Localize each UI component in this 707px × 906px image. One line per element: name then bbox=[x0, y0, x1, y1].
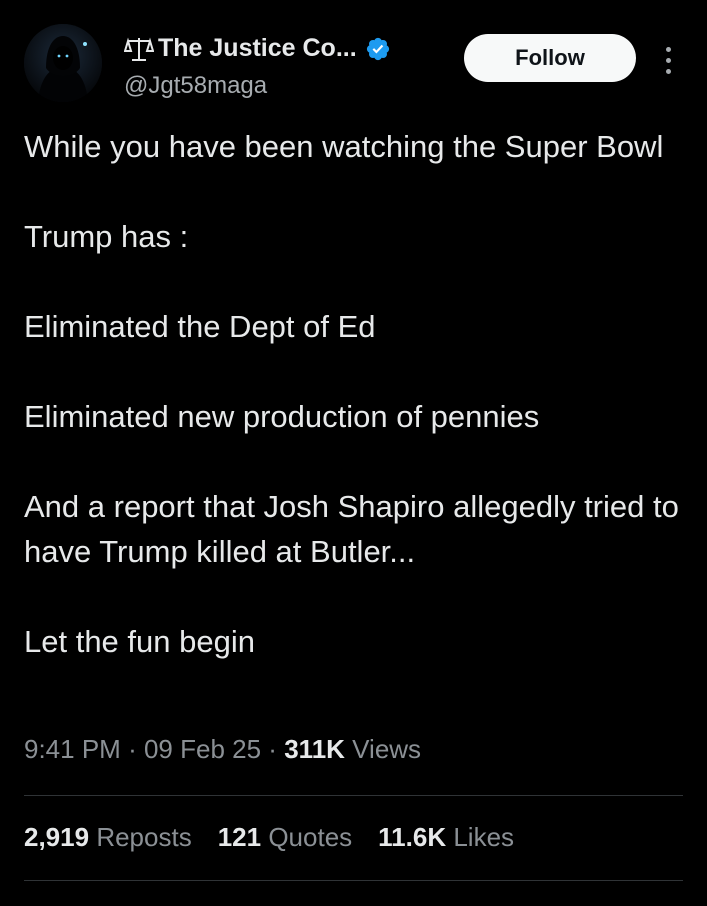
scales-of-justice-icon bbox=[123, 35, 155, 63]
divider bbox=[24, 880, 683, 881]
author-name-row[interactable]: The Justice Co... bbox=[123, 34, 391, 63]
tweet-text: While you have been watching the Super B… bbox=[24, 124, 684, 664]
likes-label: Likes bbox=[453, 822, 515, 852]
meta-separator: · bbox=[268, 734, 277, 764]
tweet-paragraph: And a report that Josh Shapiro allegedly… bbox=[24, 489, 679, 569]
follow-button[interactable]: Follow bbox=[464, 34, 636, 82]
tweet-paragraph: Eliminated the Dept of Ed bbox=[24, 309, 376, 344]
author-display-name[interactable]: The Justice Co... bbox=[158, 34, 357, 63]
tweet-paragraph: While you have been watching the Super B… bbox=[24, 129, 664, 164]
meta-separator: · bbox=[128, 734, 137, 764]
more-dot bbox=[665, 46, 671, 52]
reposts-count: 2,919 bbox=[24, 822, 90, 852]
quotes-count: 121 bbox=[217, 822, 262, 852]
more-dot bbox=[665, 68, 671, 74]
views-label: Views bbox=[352, 734, 422, 764]
likes-stat[interactable]: 11.6K Likes bbox=[378, 822, 514, 853]
tweet-paragraph: Eliminated new production of pennies bbox=[24, 399, 540, 434]
reposts-stat[interactable]: 2,919 Reposts bbox=[24, 822, 192, 853]
quotes-stat[interactable]: 121 Quotes bbox=[218, 822, 352, 853]
verified-badge-icon bbox=[365, 36, 391, 62]
likes-count: 11.6K bbox=[378, 822, 447, 852]
more-dot bbox=[665, 57, 671, 63]
views-count: 311K bbox=[284, 734, 345, 764]
hooded-figure-avatar-image bbox=[24, 24, 102, 102]
tweet-paragraph: Trump has : bbox=[24, 219, 189, 254]
tweet-time[interactable]: 9:41 PM bbox=[24, 734, 121, 764]
engagement-stats: 2,919 Reposts 121 Quotes 11.6K Likes bbox=[24, 822, 514, 853]
divider bbox=[24, 795, 683, 796]
tweet-date[interactable]: 09 Feb 25 bbox=[144, 734, 261, 764]
quotes-label: Quotes bbox=[268, 822, 353, 852]
reposts-label: Reposts bbox=[96, 822, 192, 852]
more-vertical-icon[interactable] bbox=[658, 40, 678, 80]
author-handle[interactable]: @Jgt58maga bbox=[124, 72, 267, 100]
tweet-paragraph: Let the fun begin bbox=[24, 624, 255, 659]
avatar[interactable] bbox=[24, 24, 102, 102]
tweet-meta: 9:41 PM · 09 Feb 25 · 311K Views bbox=[24, 734, 421, 765]
